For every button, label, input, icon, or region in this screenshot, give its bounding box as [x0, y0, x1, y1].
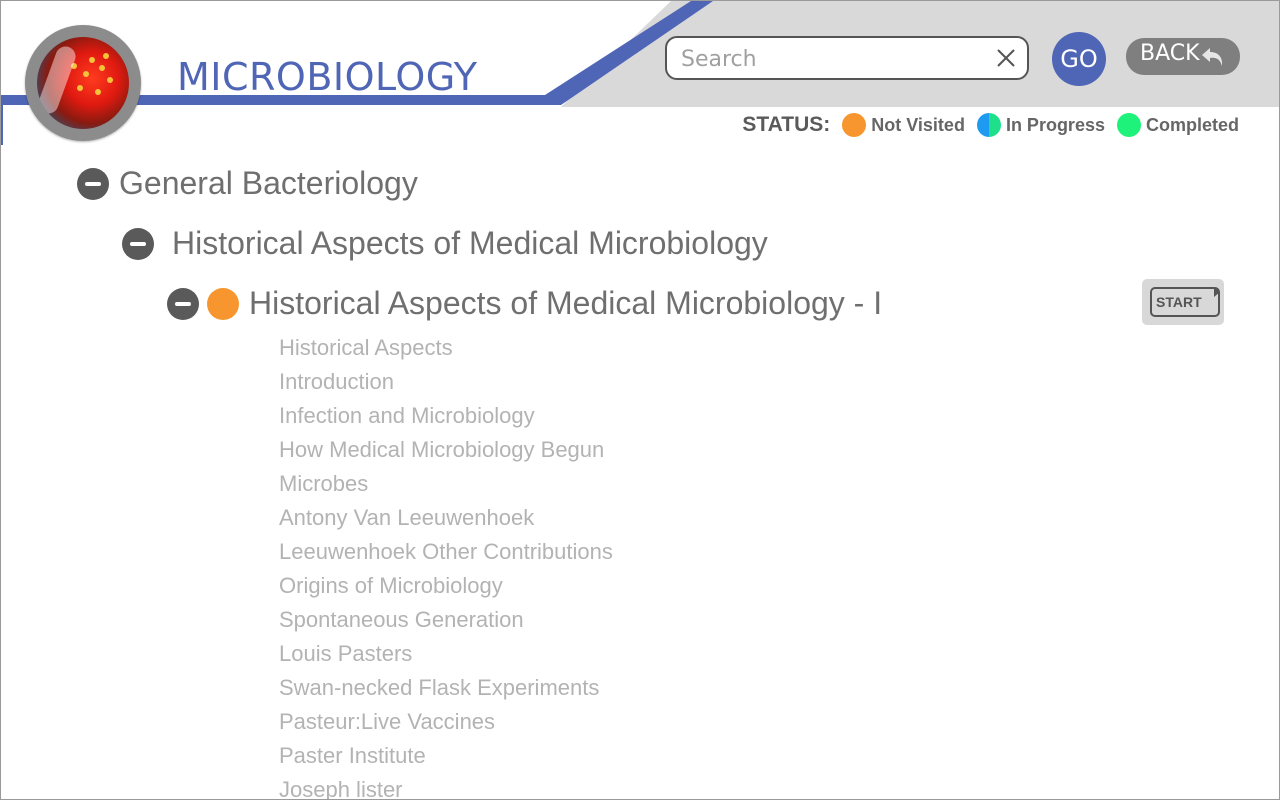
app-frame: MICROBIOLOGY GO BACK STATUS: Not Visited…	[0, 0, 1280, 800]
collapse-icon[interactable]	[167, 287, 199, 320]
back-arrow-icon	[1202, 48, 1223, 66]
app-title: MICROBIOLOGY	[177, 55, 478, 99]
tree-node-label: Historical Aspects of Medical Microbiolo…	[249, 285, 883, 321]
start-button-label: START	[1150, 287, 1220, 317]
header-divider	[1, 105, 3, 145]
list-item[interactable]: Louis Pasters	[279, 637, 613, 671]
list-item[interactable]: Paster Institute	[279, 739, 613, 773]
tree-node-level1[interactable]: General Bacteriology	[77, 165, 418, 202]
status-legend: STATUS: Not Visited In Progress Complete…	[742, 113, 1245, 137]
start-button[interactable]: START	[1142, 279, 1224, 325]
petri-dish-icon	[37, 37, 129, 129]
tree-node-level2[interactable]: Historical Aspects of Medical Microbiolo…	[122, 225, 768, 262]
search-box[interactable]	[665, 36, 1029, 80]
list-item[interactable]: Joseph lister	[279, 773, 613, 799]
play-arrow-icon	[1214, 287, 1220, 297]
back-button-label: BACK	[1140, 41, 1200, 66]
close-icon[interactable]	[995, 47, 1017, 69]
app-logo	[25, 25, 141, 141]
tree-node-label: General Bacteriology	[119, 165, 418, 201]
tree-node-level3[interactable]: Historical Aspects of Medical Microbiolo…	[167, 285, 882, 322]
completed-dot-icon	[1116, 113, 1141, 137]
list-item[interactable]: Antony Van Leeuwenhoek	[279, 501, 613, 535]
back-button[interactable]: BACK	[1126, 38, 1240, 75]
list-item[interactable]: Historical Aspects	[279, 331, 613, 365]
legend-not-visited: Not Visited	[871, 114, 965, 135]
status-legend-title: STATUS:	[742, 113, 831, 136]
go-button[interactable]: GO	[1052, 32, 1106, 86]
topic-list: Historical Aspects Introduction Infectio…	[279, 331, 613, 799]
list-item[interactable]: Leeuwenhoek Other Contributions	[279, 535, 613, 569]
legend-in-progress: In Progress	[1005, 114, 1105, 135]
search-input[interactable]	[679, 44, 983, 74]
list-item[interactable]: Swan-necked Flask Experiments	[279, 671, 613, 705]
list-item[interactable]: Infection and Microbiology	[279, 399, 613, 433]
not-visited-status-icon	[207, 287, 239, 320]
list-item[interactable]: Microbes	[279, 467, 613, 501]
tree-node-label: Historical Aspects of Medical Microbiolo…	[172, 225, 768, 261]
not-visited-dot-icon	[842, 113, 867, 137]
list-item[interactable]: Pasteur:Live Vaccines	[279, 705, 613, 739]
in-progress-dot-icon	[976, 113, 1001, 137]
collapse-icon[interactable]	[122, 227, 154, 260]
legend-completed: Completed	[1145, 114, 1239, 135]
list-item[interactable]: Origins of Microbiology	[279, 569, 613, 603]
list-item[interactable]: How Medical Microbiology Begun	[279, 433, 613, 467]
list-item[interactable]: Spontaneous Generation	[279, 603, 613, 637]
list-item[interactable]: Introduction	[279, 365, 613, 399]
collapse-icon[interactable]	[77, 167, 109, 200]
